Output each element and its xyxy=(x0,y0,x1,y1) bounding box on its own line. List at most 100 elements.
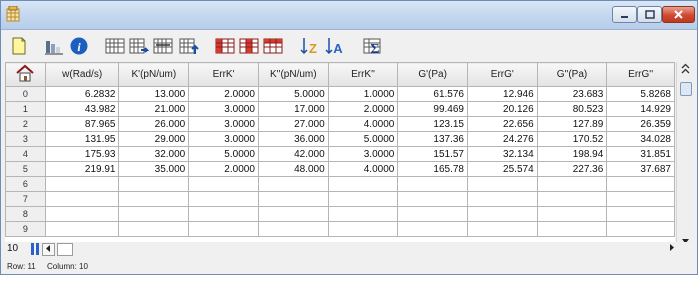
minimize-button[interactable] xyxy=(612,6,637,23)
table-cell[interactable]: 26.000 xyxy=(118,116,190,132)
red-table-icon-2[interactable] xyxy=(239,36,259,56)
table-cell[interactable]: 37.687 xyxy=(606,161,675,177)
table-cell[interactable]: 3.0000 xyxy=(188,131,259,147)
row-header[interactable]: 1 xyxy=(5,101,46,117)
scroll-up-button[interactable] xyxy=(677,62,694,79)
table-cell[interactable] xyxy=(606,221,675,237)
table-cell[interactable]: 32.134 xyxy=(466,146,538,162)
sum-icon[interactable]: Σ xyxy=(363,36,383,56)
red-table-icon[interactable] xyxy=(215,36,235,56)
row-header[interactable]: 0 xyxy=(5,86,46,102)
table-cell[interactable] xyxy=(118,206,190,222)
table-cell[interactable] xyxy=(44,206,120,222)
table-cell[interactable]: 5.8268 xyxy=(606,86,675,102)
row-header[interactable]: 6 xyxy=(5,176,46,192)
table-cell[interactable] xyxy=(188,191,259,207)
close-button[interactable] xyxy=(662,6,695,23)
row-header[interactable]: 7 xyxy=(5,191,46,207)
table-cell[interactable]: 14.929 xyxy=(606,101,675,117)
column-chart-icon[interactable] xyxy=(44,36,64,56)
delete-columns-icon[interactable] xyxy=(153,36,173,56)
table-cell[interactable]: 227.36 xyxy=(536,161,608,177)
table-cell[interactable] xyxy=(327,176,399,192)
table-cell[interactable]: 26.359 xyxy=(606,116,675,132)
table-cell[interactable]: 5.0000 xyxy=(257,86,329,102)
table-cell[interactable]: 99.469 xyxy=(397,101,468,117)
column-header[interactable]: K''(pN/um) xyxy=(257,62,329,87)
table-cell[interactable]: 3.0000 xyxy=(188,101,259,117)
table-cell[interactable] xyxy=(466,176,538,192)
column-header[interactable]: G'(Pa) xyxy=(397,62,468,87)
table-cell[interactable]: 131.95 xyxy=(44,131,120,147)
table-cell[interactable]: 20.126 xyxy=(466,101,538,117)
table-cell[interactable]: 3.0000 xyxy=(188,116,259,132)
table-cell[interactable]: 17.000 xyxy=(257,101,329,117)
table-cell[interactable]: 2.0000 xyxy=(327,101,399,117)
table-cell[interactable] xyxy=(257,221,329,237)
table-cell[interactable] xyxy=(44,176,120,192)
table-cell[interactable] xyxy=(536,221,608,237)
table-cell[interactable] xyxy=(397,206,468,222)
table-cell[interactable]: 31.851 xyxy=(606,146,675,162)
table-cell[interactable]: 43.982 xyxy=(44,101,120,117)
move-columns-icon[interactable] xyxy=(129,36,149,56)
row-header[interactable]: 2 xyxy=(5,116,46,132)
scroll-right-button[interactable] xyxy=(665,243,678,256)
row-header[interactable]: 8 xyxy=(5,206,46,222)
table-cell[interactable]: 2.0000 xyxy=(188,161,259,177)
table-cell[interactable]: 48.000 xyxy=(257,161,329,177)
table-cell[interactable] xyxy=(606,176,675,192)
table-cell[interactable]: 5.0000 xyxy=(327,131,399,147)
maximize-button[interactable] xyxy=(637,6,662,23)
table-cell[interactable]: 13.000 xyxy=(118,86,190,102)
table-cell[interactable] xyxy=(606,191,675,207)
table-cell[interactable] xyxy=(44,221,120,237)
table-cell[interactable] xyxy=(327,191,399,207)
table-cell[interactable] xyxy=(536,176,608,192)
red-table-icon-3[interactable] xyxy=(263,36,283,56)
sort-ascending-icon[interactable]: Z xyxy=(300,36,320,56)
append-column-icon[interactable] xyxy=(179,36,199,56)
table-cell[interactable]: 5.0000 xyxy=(188,146,259,162)
insert-columns-icon[interactable] xyxy=(105,36,125,56)
table-cell[interactable]: 151.57 xyxy=(397,146,468,162)
row-header[interactable]: 3 xyxy=(5,131,46,147)
table-cell[interactable]: 87.965 xyxy=(44,116,120,132)
column-header[interactable]: ErrG' xyxy=(466,62,538,87)
table-cell[interactable]: 23.683 xyxy=(536,86,608,102)
table-cell[interactable]: 24.276 xyxy=(466,131,538,147)
table-cell[interactable]: 127.89 xyxy=(536,116,608,132)
column-split-icon[interactable] xyxy=(30,243,40,255)
table-cell[interactable] xyxy=(606,206,675,222)
table-cell[interactable] xyxy=(397,191,468,207)
column-header[interactable]: ErrK'' xyxy=(327,62,399,87)
table-cell[interactable]: 22.656 xyxy=(466,116,538,132)
table-cell[interactable] xyxy=(397,176,468,192)
column-header[interactable]: K'(pN/um) xyxy=(118,62,190,87)
table-cell[interactable]: 170.52 xyxy=(536,131,608,147)
table-cell[interactable] xyxy=(257,176,329,192)
table-cell[interactable] xyxy=(466,221,538,237)
table-cell[interactable]: 34.028 xyxy=(606,131,675,147)
table-cell[interactable]: 1.0000 xyxy=(327,86,399,102)
table-cell[interactable]: 6.2832 xyxy=(44,86,120,102)
column-header[interactable]: ErrK' xyxy=(188,62,259,87)
table-cell[interactable]: 4.0000 xyxy=(327,161,399,177)
new-document-icon[interactable] xyxy=(9,36,29,56)
table-cell[interactable]: 12.946 xyxy=(466,86,538,102)
table-cell[interactable] xyxy=(118,176,190,192)
table-cell[interactable]: 123.15 xyxy=(397,116,468,132)
table-cell[interactable]: 35.000 xyxy=(118,161,190,177)
table-cell[interactable] xyxy=(257,191,329,207)
table-cell[interactable] xyxy=(536,206,608,222)
table-cell[interactable]: 42.000 xyxy=(257,146,329,162)
table-cell[interactable] xyxy=(188,221,259,237)
table-cell[interactable] xyxy=(466,206,538,222)
column-header[interactable]: ErrG'' xyxy=(606,62,675,87)
title-bar[interactable] xyxy=(1,1,697,30)
table-cell[interactable] xyxy=(327,221,399,237)
table-cell[interactable]: 198.94 xyxy=(536,146,608,162)
table-cell[interactable]: 2.0000 xyxy=(188,86,259,102)
table-cell[interactable] xyxy=(327,206,399,222)
table-cell[interactable]: 29.000 xyxy=(118,131,190,147)
